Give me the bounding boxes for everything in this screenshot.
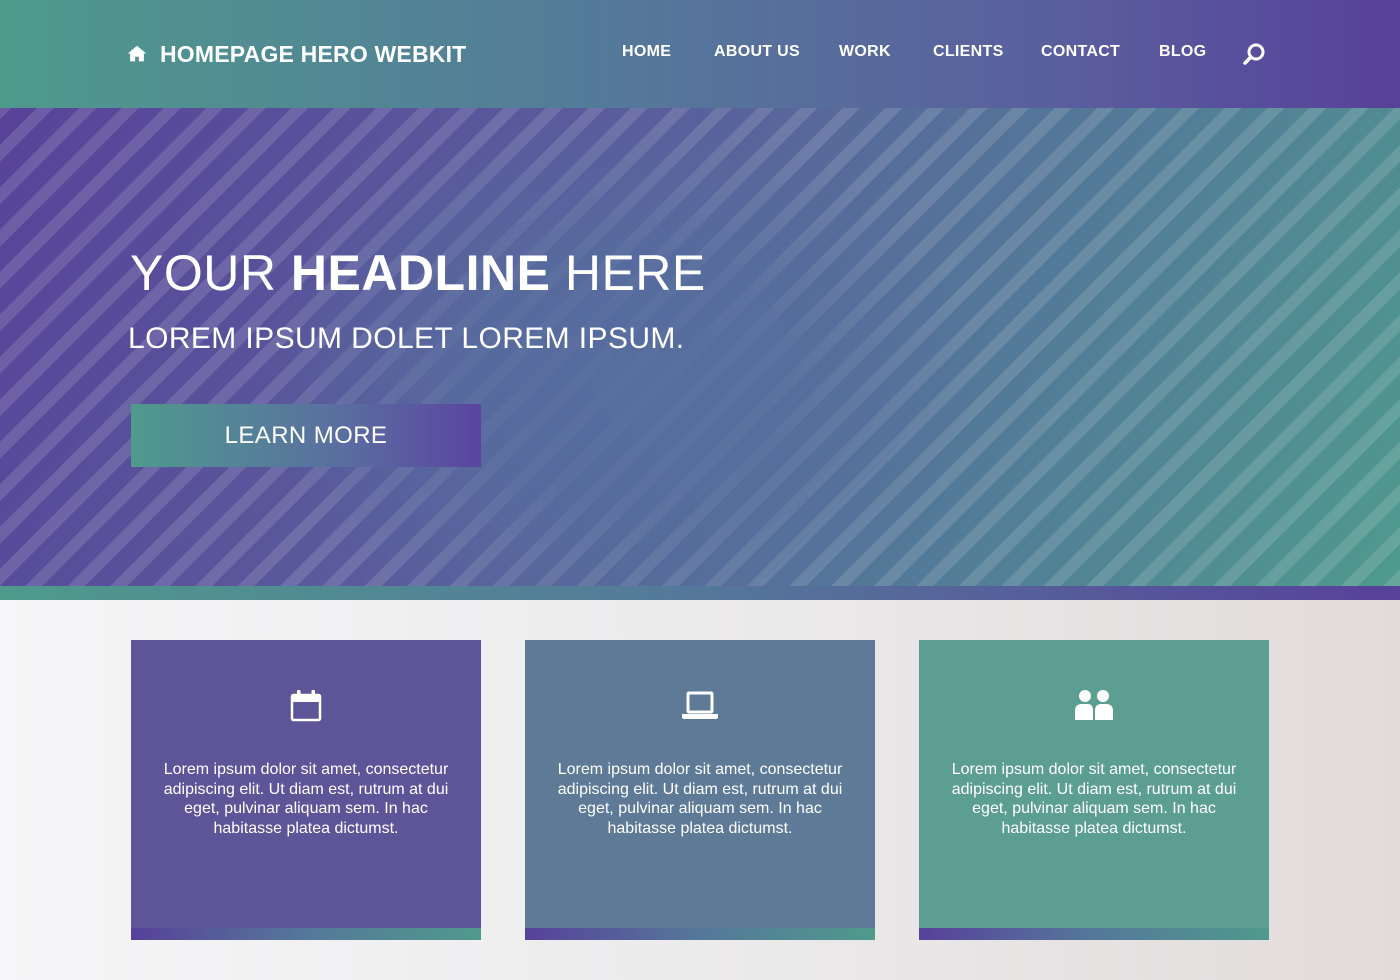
headline-emphasis: HEADLINE [290, 245, 551, 301]
learn-more-button[interactable]: LEARN MORE [131, 404, 481, 467]
laptop-icon [682, 691, 718, 719]
home-icon [127, 45, 147, 62]
brand-logo-link[interactable]: HOMEPAGE HERO WEBKIT [126, 38, 466, 70]
nav-about-us[interactable]: ABOUT US [714, 43, 800, 61]
nav-home[interactable]: HOME [622, 43, 671, 61]
nav-work[interactable]: WORK [839, 43, 891, 61]
hero-subheadline: LOREM IPSUM DOLET LOREM IPSUM. [128, 322, 685, 355]
feature-card-text: Lorem ipsum dolor sit amet, consectetur … [557, 761, 843, 837]
feature-card-laptop: Lorem ipsum dolor sit amet, consectetur … [525, 640, 875, 940]
nav-clients[interactable]: CLIENTS [933, 43, 1004, 61]
feature-card-users: Lorem ipsum dolor sit amet, consectetur … [919, 640, 1269, 940]
card-bottom-bar [919, 928, 1269, 940]
nav-blog[interactable]: BLOG [1159, 43, 1206, 61]
feature-card-text: Lorem ipsum dolor sit amet, consectetur … [163, 761, 449, 837]
brand-name: HOMEPAGE HERO WEBKIT [160, 40, 467, 67]
headline-prefix: YOUR [130, 245, 291, 301]
users-icon [1075, 690, 1113, 720]
top-navigation-bar: HOMEPAGE HERO WEBKIT HOME ABOUT US WORK … [0, 0, 1400, 108]
nav-contact[interactable]: CONTACT [1041, 43, 1120, 61]
feature-card-calendar: Lorem ipsum dolor sit amet, consectetur … [131, 640, 481, 940]
calendar-icon [290, 690, 322, 722]
card-bottom-bar [525, 928, 875, 940]
feature-card-text: Lorem ipsum dolor sit amet, consectetur … [951, 761, 1237, 837]
hero-divider-bar [0, 586, 1400, 600]
hero-headline: YOUR HEADLINE HERE [130, 244, 706, 302]
headline-suffix: HERE [550, 245, 706, 301]
card-bottom-bar [131, 928, 481, 940]
search-icon[interactable] [1242, 42, 1266, 66]
